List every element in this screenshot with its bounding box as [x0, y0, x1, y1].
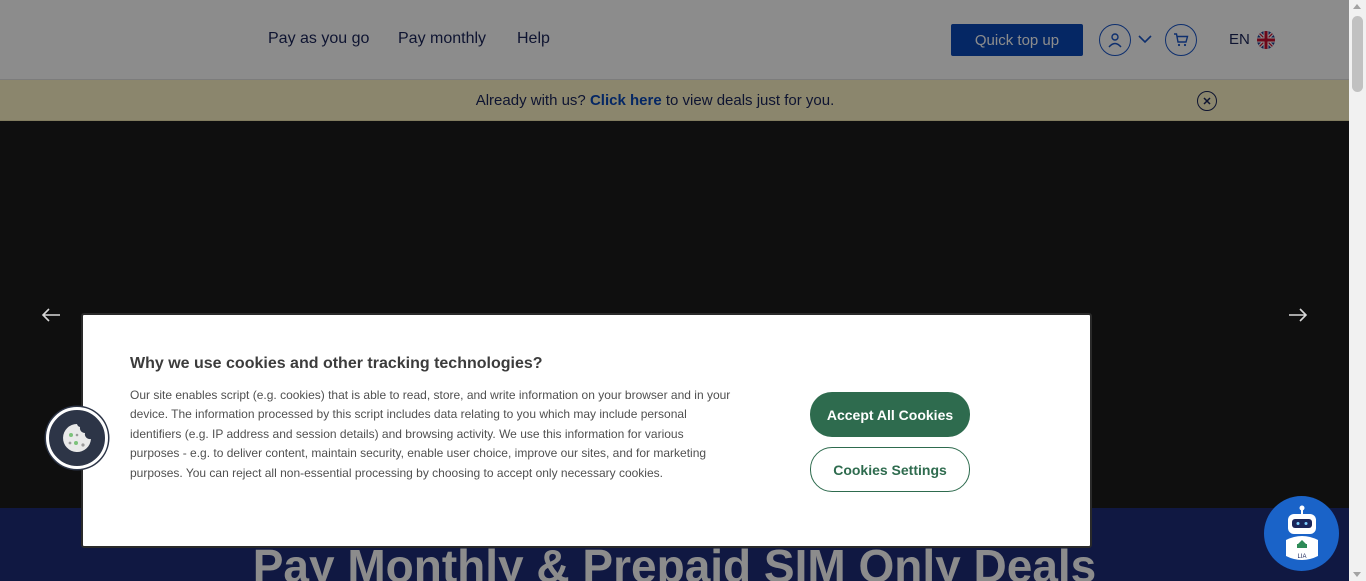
chat-bot-label: LIA: [1297, 554, 1306, 560]
carousel-next-arrow-icon[interactable]: [1287, 304, 1309, 326]
cookie-consent-dialog: Why we use cookies and other tracking te…: [81, 313, 1092, 548]
cookie-icon: [63, 424, 91, 452]
scroll-up-arrow-icon[interactable]: [1353, 4, 1361, 9]
accept-all-cookies-button[interactable]: Accept All Cookies: [810, 392, 970, 437]
scrollbar-thumb[interactable]: [1352, 16, 1363, 92]
page: Pay as you go Pay monthly Help Quick top…: [0, 0, 1349, 581]
robot-icon: LIA: [1285, 505, 1318, 560]
cookie-dialog-title: Why we use cookies and other tracking te…: [130, 355, 543, 372]
cookie-dialog-body: Our site enables script (e.g. cookies) t…: [130, 388, 731, 480]
scroll-down-arrow-icon[interactable]: [1353, 572, 1361, 577]
cookies-settings-button[interactable]: Cookies Settings: [810, 447, 970, 492]
cookie-preferences-button[interactable]: [46, 407, 108, 469]
chat-bot-button[interactable]: LIA: [1264, 496, 1339, 571]
carousel-prev-arrow-icon[interactable]: [40, 304, 62, 326]
